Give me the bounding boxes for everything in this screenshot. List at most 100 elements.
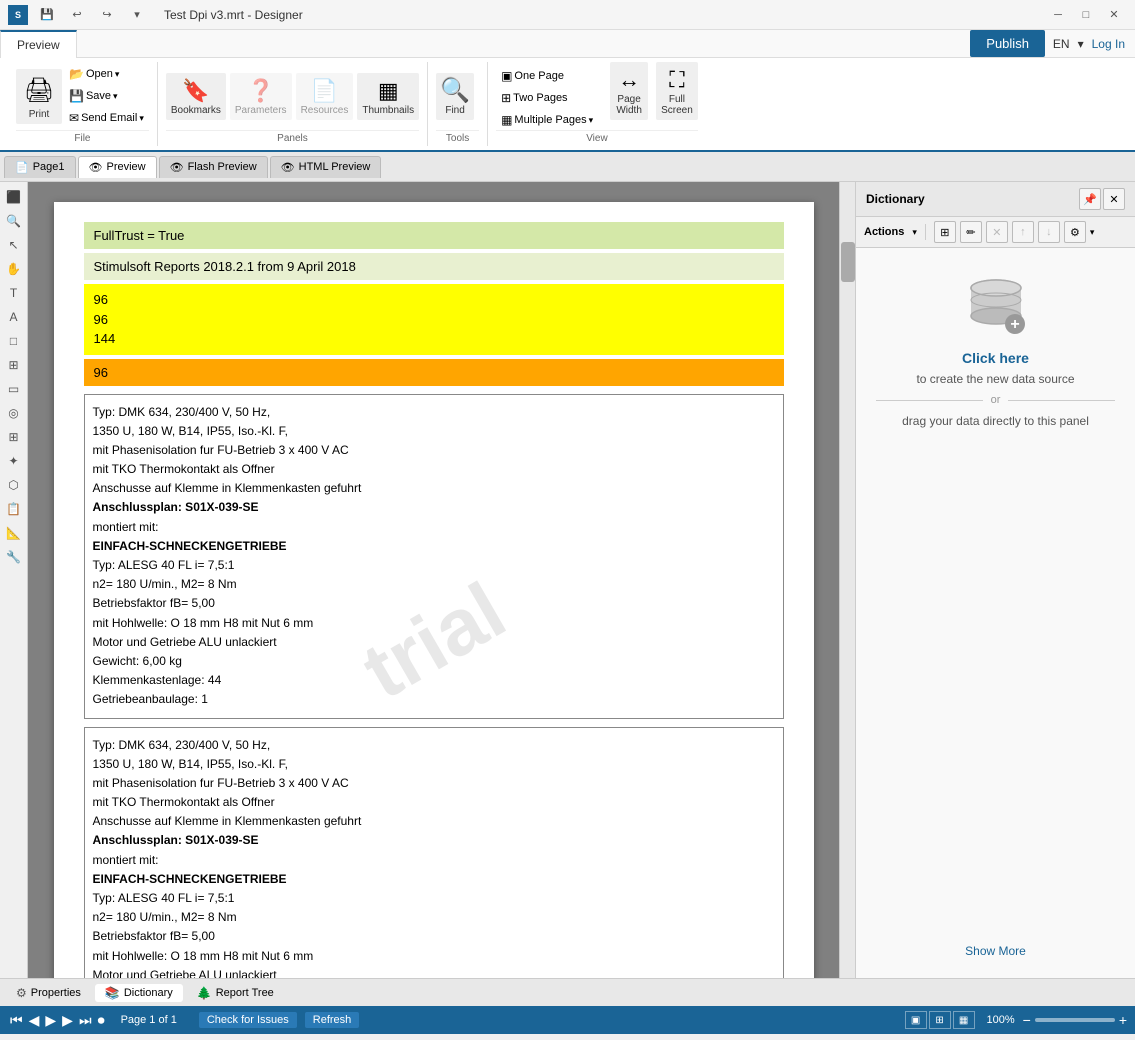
scrollbar-thumb[interactable] (841, 242, 855, 282)
thumbnails-button[interactable]: ▦ Thumbnails (357, 73, 419, 120)
tool-text[interactable]: T (3, 282, 25, 304)
view-mode-list[interactable]: ▦ (953, 1011, 975, 1029)
send-email-button[interactable]: ✉ Send Email ▾ (64, 108, 149, 128)
parameters-button[interactable]: ❓ Parameters (230, 73, 292, 120)
tb2-line7: montiert mit: (93, 851, 775, 870)
zoom-out-btn[interactable]: − (1023, 1012, 1031, 1028)
two-pages-button[interactable]: ⊞ Two Pages (496, 88, 598, 108)
tool-target[interactable]: ◎ (3, 402, 25, 424)
close-btn[interactable]: ✕ (1101, 5, 1127, 25)
pin-button[interactable]: 📌 (1079, 188, 1101, 210)
tb1-line15: Klemmenkastenlage: 44 (93, 671, 775, 690)
multiple-pages-button[interactable]: ▦ Multiple Pages ▾ (496, 110, 598, 130)
open-label: Open (86, 68, 113, 80)
tb1-line16: Getriebeanbaulage: 1 (93, 690, 775, 709)
action-down-btn[interactable]: ↓ (1038, 221, 1060, 243)
tool-grid[interactable]: ⊞ (3, 426, 25, 448)
tool-border[interactable]: ▭ (3, 378, 25, 400)
tb1-line8: EINFACH-SCHNECKENGETRIEBE (93, 537, 775, 556)
ribbon-group-tools: 🔍 Find Tools (428, 62, 488, 146)
tool-settings[interactable]: 🔧 (3, 546, 25, 568)
quick-access-dropdown[interactable]: ▾ (124, 5, 150, 25)
doc-tab-preview[interactable]: 👁 Preview (78, 156, 157, 178)
lang-chevron[interactable]: ▾ (1078, 37, 1084, 51)
show-more-link[interactable]: Show More (957, 936, 1034, 966)
tool-ruler[interactable]: 📐 (3, 522, 25, 544)
bottom-tab-properties[interactable]: ⚙ Properties (6, 984, 91, 1002)
preview-area[interactable]: trial FullTrust = True Stimulsoft Report… (28, 182, 855, 978)
quick-undo-btn[interactable]: ↩ (64, 5, 90, 25)
action-delete-btn[interactable]: ✕ (986, 221, 1008, 243)
report-row-orange: 96 (84, 359, 784, 386)
action-edit-btn[interactable]: ✏ (960, 221, 982, 243)
action-copy-btn[interactable]: ⊞ (934, 221, 956, 243)
properties-tab-label: Properties (31, 987, 81, 999)
action-settings-btn[interactable]: ⚙ (1064, 221, 1086, 243)
print-button[interactable]: 🖨 Print (16, 69, 62, 124)
refresh-btn[interactable]: Refresh (305, 1012, 360, 1028)
doc-tab-flash[interactable]: 👁 Flash Preview (159, 156, 268, 178)
publish-button[interactable]: Publish (970, 30, 1045, 57)
tb2-line3: mit Phasenisolation fur FU-Betrieb 3 x 4… (93, 774, 775, 793)
next-page-btn[interactable]: ▶ (60, 1012, 75, 1029)
tb2-line11: Betriebsfaktor fB= 5,00 (93, 927, 775, 946)
tool-rect[interactable]: □ (3, 330, 25, 352)
tb1-line1: Typ: DMK 634, 230/400 V, 50 Hz, (93, 403, 775, 422)
record-btn[interactable]: ⏺ (96, 1012, 107, 1029)
action-up-btn[interactable]: ↑ (1012, 221, 1034, 243)
tool-hand[interactable]: ✋ (3, 258, 25, 280)
open-button[interactable]: 📂 Open ▾ (64, 64, 149, 84)
first-page-btn[interactable]: ⏮ (8, 1012, 25, 1029)
open-chevron: ▾ (115, 69, 120, 80)
tool-hex[interactable]: ⬡ (3, 474, 25, 496)
save-button[interactable]: 💾 Save ▾ (64, 86, 149, 106)
ribbon-content: 🖨 Print 📂 Open ▾ 💾 Save ▾ (0, 58, 1135, 150)
two-pages-label: Two Pages (513, 92, 567, 104)
tool-table[interactable]: ⊞ (3, 354, 25, 376)
minimize-btn[interactable]: ─ (1045, 5, 1071, 25)
or-line-left (876, 400, 983, 401)
doc-tab-page1[interactable]: 📄 Page1 (4, 156, 76, 178)
lang-selector[interactable]: EN (1053, 37, 1070, 51)
find-button[interactable]: 🔍 Find (436, 73, 474, 120)
vertical-scrollbar[interactable] (839, 182, 855, 978)
quick-save-btn[interactable]: 💾 (34, 5, 60, 25)
tb2-line9: Typ: ALESG 40 FL i= 7,5:1 (93, 889, 775, 908)
bookmarks-button[interactable]: 🔖 Bookmarks (166, 73, 226, 120)
dictionary-tab-icon: 📚 (105, 986, 120, 1000)
view-mode-buttons: ▣ ⊞ ▦ (905, 1011, 975, 1029)
check-issues-btn[interactable]: Check for Issues (199, 1012, 297, 1028)
quick-redo-btn[interactable]: ↪ (94, 5, 120, 25)
tab-preview[interactable]: Preview (0, 30, 77, 58)
tool-zoom[interactable]: 🔍 (3, 210, 25, 232)
view-mode-single[interactable]: ▣ (905, 1011, 927, 1029)
one-page-button[interactable]: ▣ One Page (496, 66, 598, 86)
bottom-tab-report-tree[interactable]: 🌲 Report Tree (187, 984, 284, 1002)
bottom-tab-dictionary[interactable]: 📚 Dictionary (95, 984, 183, 1002)
tool-label[interactable]: A (3, 306, 25, 328)
panel-header-controls: 📌 ✕ (1079, 188, 1125, 210)
report-tree-icon: 🌲 (197, 986, 212, 1000)
doc-tab-html[interactable]: 👁 HTML Preview (270, 156, 382, 178)
zoom-in-btn[interactable]: + (1119, 1012, 1127, 1028)
parameters-icon: ❓ (247, 77, 275, 105)
tool-star[interactable]: ✦ (3, 450, 25, 472)
tb2-line4: mit TKO Thermokontakt als Offner (93, 793, 775, 812)
tool-select[interactable]: ⬛ (3, 186, 25, 208)
close-panel-button[interactable]: ✕ (1103, 188, 1125, 210)
page-width-button[interactable]: ↔ PageWidth (610, 62, 648, 120)
tool-copy[interactable]: 📋 (3, 498, 25, 520)
prev-page-btn[interactable]: ◀ (27, 1012, 42, 1029)
tool-arrow[interactable]: ↖ (3, 234, 25, 256)
dictionary-title: Dictionary (866, 192, 925, 206)
login-button[interactable]: Log In (1092, 37, 1125, 51)
zoom-slider[interactable] (1035, 1018, 1115, 1022)
click-here-link[interactable]: Click here (962, 350, 1029, 366)
page-width-label: PageWidth (616, 94, 642, 116)
resources-button[interactable]: 📄 Resources (296, 73, 354, 120)
view-mode-grid[interactable]: ⊞ (929, 1011, 951, 1029)
maximize-btn[interactable]: □ (1073, 5, 1099, 25)
play-btn[interactable]: ▶ (43, 1012, 58, 1029)
full-screen-button[interactable]: ⛶ FullScreen (656, 62, 698, 120)
last-page-btn[interactable]: ⏭ (77, 1012, 94, 1029)
